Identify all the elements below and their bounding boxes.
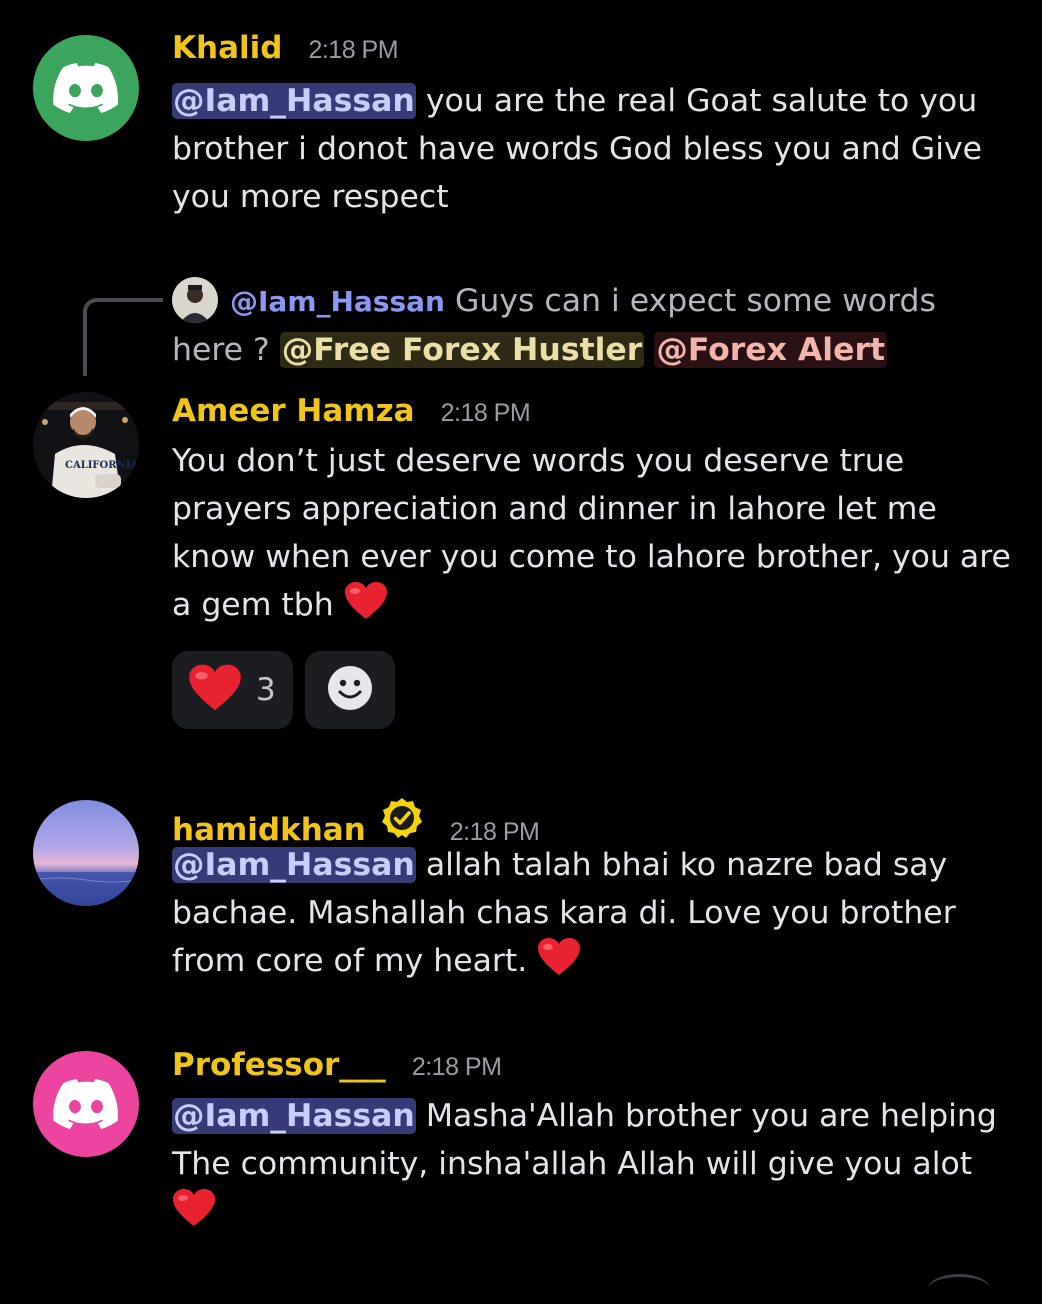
heart-emoji-icon — [537, 937, 581, 991]
scroll-to-bottom-button[interactable] — [928, 1274, 990, 1304]
discord-logo-icon — [53, 63, 118, 113]
add-reaction-button[interactable] — [305, 651, 395, 729]
reply-connector-line — [83, 298, 163, 376]
user-mention[interactable]: @Iam_Hassan — [172, 1098, 416, 1134]
add-reaction-icon — [327, 665, 373, 715]
avatar[interactable] — [33, 35, 139, 141]
discord-logo-icon — [53, 1079, 118, 1129]
message-content: You don’t just deserve words you deserve… — [172, 437, 1012, 635]
verified-badge-icon — [380, 796, 424, 844]
message-content: @Iam_Hassan allah talah bhai ko nazre ba… — [172, 841, 1012, 991]
svg-text:CALIFORNIA: CALIFORNIA — [65, 460, 138, 471]
reaction-bar: 3 — [172, 651, 395, 729]
heart-icon — [188, 663, 242, 717]
avatar[interactable] — [33, 1051, 139, 1157]
reply-user-mention[interactable]: @Iam_Hassan — [230, 285, 445, 318]
avatar[interactable] — [33, 800, 139, 906]
role-mention-free-forex-hustler[interactable]: @Free Forex Hustler — [279, 332, 645, 368]
username[interactable]: Professor___ — [172, 1047, 386, 1083]
reaction-count: 3 — [256, 672, 276, 708]
timestamp: 2:18 PM — [308, 36, 399, 64]
user-mention[interactable]: @Iam_Hassan — [172, 847, 416, 883]
reaction-heart[interactable]: 3 — [172, 651, 293, 729]
timestamp: 2:18 PM — [411, 1053, 502, 1081]
username[interactable]: Khalid — [172, 30, 282, 66]
reply-preview: @Iam_Hassan Guys can i expect some words… — [172, 277, 1012, 374]
role-mention-forex-alert[interactable]: @Forex Alert — [654, 332, 888, 368]
timestamp: 2:18 PM — [440, 399, 531, 427]
message-text: You don’t just deserve words you deserve… — [172, 443, 1011, 623]
heart-emoji-icon — [344, 581, 388, 635]
avatar[interactable]: CALIFORNIA — [33, 392, 139, 498]
heart-emoji-icon — [172, 1188, 216, 1242]
message-content: @Iam_Hassan Masha'Allah brother you are … — [172, 1092, 1012, 1242]
chat-message-list: Khalid 2:18 PM @Iam_Hassan you are the r… — [0, 0, 1042, 1280]
message-content: @Iam_Hassan you are the real Goat salute… — [172, 77, 1012, 221]
username[interactable]: Ameer Hamza — [172, 393, 415, 429]
user-mention[interactable]: @Iam_Hassan — [172, 83, 416, 119]
